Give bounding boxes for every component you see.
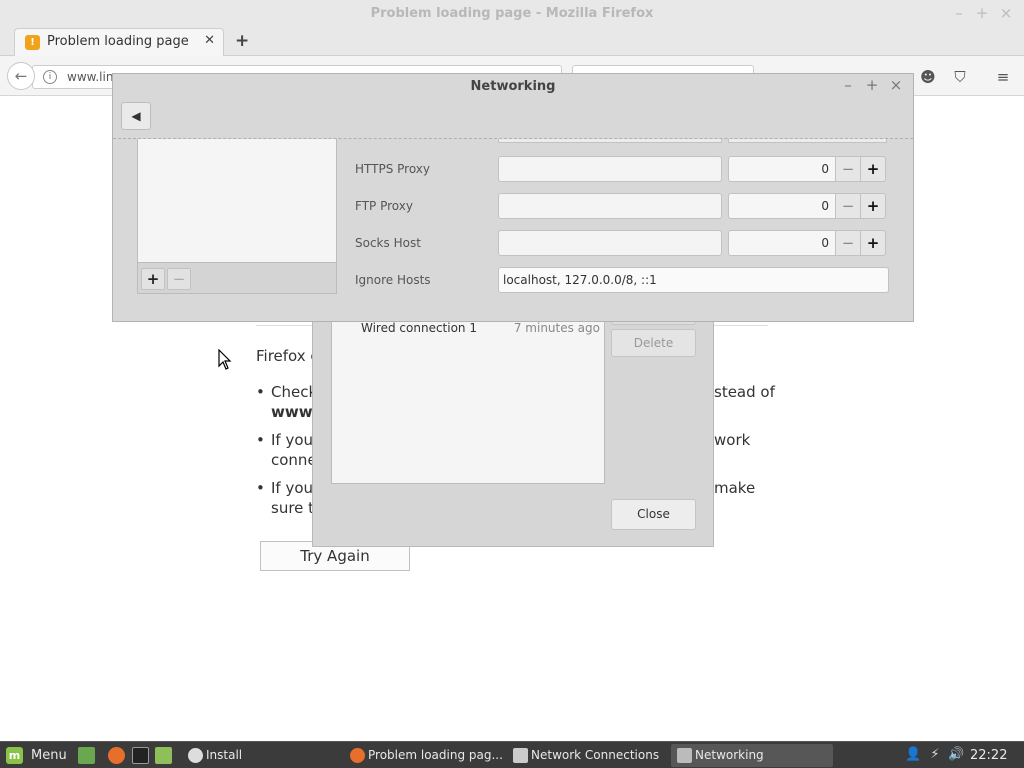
- bullet-text: sure t: [271, 499, 315, 517]
- bullet-text: If you: [271, 431, 314, 449]
- ftp-proxy-input[interactable]: [498, 193, 722, 219]
- back-arrow-icon[interactable]: ←: [7, 62, 35, 90]
- https-port-increment[interactable]: +: [860, 156, 886, 182]
- menu-button[interactable]: Menu: [31, 748, 67, 763]
- remove-button[interactable]: −: [167, 268, 191, 290]
- tab-label: Problem loading page: [47, 34, 189, 49]
- sync-icon[interactable]: ☻: [918, 67, 938, 87]
- close-icon[interactable]: ×: [998, 5, 1014, 21]
- install-icon: [188, 748, 203, 763]
- bullet-text: conne: [271, 451, 317, 469]
- firefox-titlebar: Problem loading page - Mozilla Firefox –…: [0, 0, 1024, 28]
- https-port-field[interactable]: 0: [728, 156, 836, 182]
- minimize-icon[interactable]: –: [840, 77, 856, 93]
- bullet-text: Check: [271, 383, 318, 401]
- taskbar-item-label: Network Connections: [531, 748, 660, 762]
- mint-logo-icon[interactable]: m: [6, 747, 23, 764]
- networking-dialog: Networking – + × ◀ + − HTTPS Proxy 0 − +…: [112, 73, 914, 322]
- http-proxy-input[interactable]: [498, 139, 722, 143]
- ftp-port-increment[interactable]: +: [860, 193, 886, 219]
- ignore-hosts-label: Ignore Hosts: [355, 273, 431, 287]
- taskbar-item-label: Networking: [695, 748, 764, 762]
- firefox-icon[interactable]: [108, 747, 125, 764]
- delete-button[interactable]: Delete: [611, 329, 696, 357]
- proxy-list[interactable]: [137, 139, 337, 263]
- info-icon[interactable]: i: [43, 70, 57, 84]
- tab-problem-loading[interactable]: ! Problem loading page ✕: [14, 28, 224, 56]
- hamburger-menu-icon[interactable]: ≡: [993, 67, 1013, 87]
- back-arrow-icon: ◀: [131, 109, 141, 123]
- ftp-port-decrement[interactable]: −: [835, 193, 861, 219]
- proxy-list-toolbar: + −: [137, 262, 337, 294]
- connection-time: 7 minutes ago: [513, 321, 600, 335]
- ftp-proxy-label: FTP Proxy: [355, 199, 413, 213]
- pocket-icon[interactable]: ⛉: [950, 67, 970, 87]
- bullet-text-right: stead of: [714, 383, 775, 401]
- socks-port-decrement[interactable]: −: [835, 230, 861, 256]
- close-button[interactable]: Close: [611, 499, 696, 530]
- warning-icon: !: [25, 35, 40, 50]
- socks-port-increment[interactable]: +: [860, 230, 886, 256]
- tab-close-icon[interactable]: ✕: [204, 33, 215, 48]
- volume-icon[interactable]: 🔊: [948, 747, 964, 763]
- terminal-icon[interactable]: [132, 747, 149, 764]
- close-icon[interactable]: ×: [888, 77, 904, 93]
- connection-name: Wired connection 1: [361, 321, 477, 335]
- show-desktop-icon[interactable]: [78, 747, 95, 764]
- folder-icon[interactable]: [155, 747, 172, 764]
- url-text: www.lin: [67, 70, 114, 84]
- network-disconnected-icon[interactable]: ⚡: [927, 747, 943, 763]
- taskbar-item-label: Install: [206, 748, 243, 762]
- bullet-text-right: work: [714, 431, 751, 449]
- taskbar-item-label: Problem loading pag...: [368, 748, 503, 762]
- connections-list[interactable]: Wired connection 1 7 minutes ago: [331, 315, 605, 484]
- socks-port-field[interactable]: 0: [728, 230, 836, 256]
- error-intro: Firefox c: [256, 347, 319, 365]
- http-proxy-port[interactable]: [728, 139, 887, 143]
- settings-icon: [677, 748, 692, 763]
- taskbar-item-networking[interactable]: Networking: [671, 744, 833, 767]
- clock[interactable]: 22:22: [970, 748, 1007, 763]
- https-proxy-label: HTTPS Proxy: [355, 162, 431, 176]
- taskbar: m Menu Install Problem loading pag... Ne…: [0, 741, 1024, 768]
- maximize-icon[interactable]: +: [974, 5, 990, 21]
- dialog-title: Networking: [470, 79, 556, 94]
- mouse-cursor-icon: [218, 349, 232, 370]
- https-proxy-input[interactable]: [498, 156, 722, 182]
- network-icon: [513, 748, 528, 763]
- taskbar-item-firefox[interactable]: Problem loading pag...: [344, 744, 504, 767]
- taskbar-item-network-connections[interactable]: Network Connections: [507, 744, 669, 767]
- back-button[interactable]: ◀: [121, 102, 151, 130]
- bullet-text-right: make: [714, 479, 756, 497]
- socks-host-label: Socks Host: [355, 236, 421, 250]
- socks-host-input[interactable]: [498, 230, 722, 256]
- user-icon[interactable]: 👤: [905, 747, 921, 763]
- firefox-icon: [350, 748, 365, 763]
- firefox-window-title: Problem loading page - Mozilla Firefox: [370, 6, 654, 21]
- bullet-text-bold: www.: [271, 403, 318, 421]
- network-connections-dialog: Wired connection 1 7 minutes ago Delete …: [312, 300, 714, 547]
- new-tab-icon[interactable]: +: [235, 31, 249, 51]
- firefox-tabbar: ! Problem loading page ✕ +: [0, 28, 1024, 56]
- ftp-port-field[interactable]: 0: [728, 193, 836, 219]
- add-button[interactable]: +: [141, 268, 165, 290]
- bullet-text: If you: [271, 479, 314, 497]
- ignore-hosts-input[interactable]: localhost, 127.0.0.0/8, ::1: [498, 267, 889, 293]
- taskbar-item-install[interactable]: Install: [182, 744, 342, 767]
- maximize-icon[interactable]: +: [864, 77, 880, 93]
- minimize-icon[interactable]: –: [951, 5, 967, 21]
- https-port-decrement[interactable]: −: [835, 156, 861, 182]
